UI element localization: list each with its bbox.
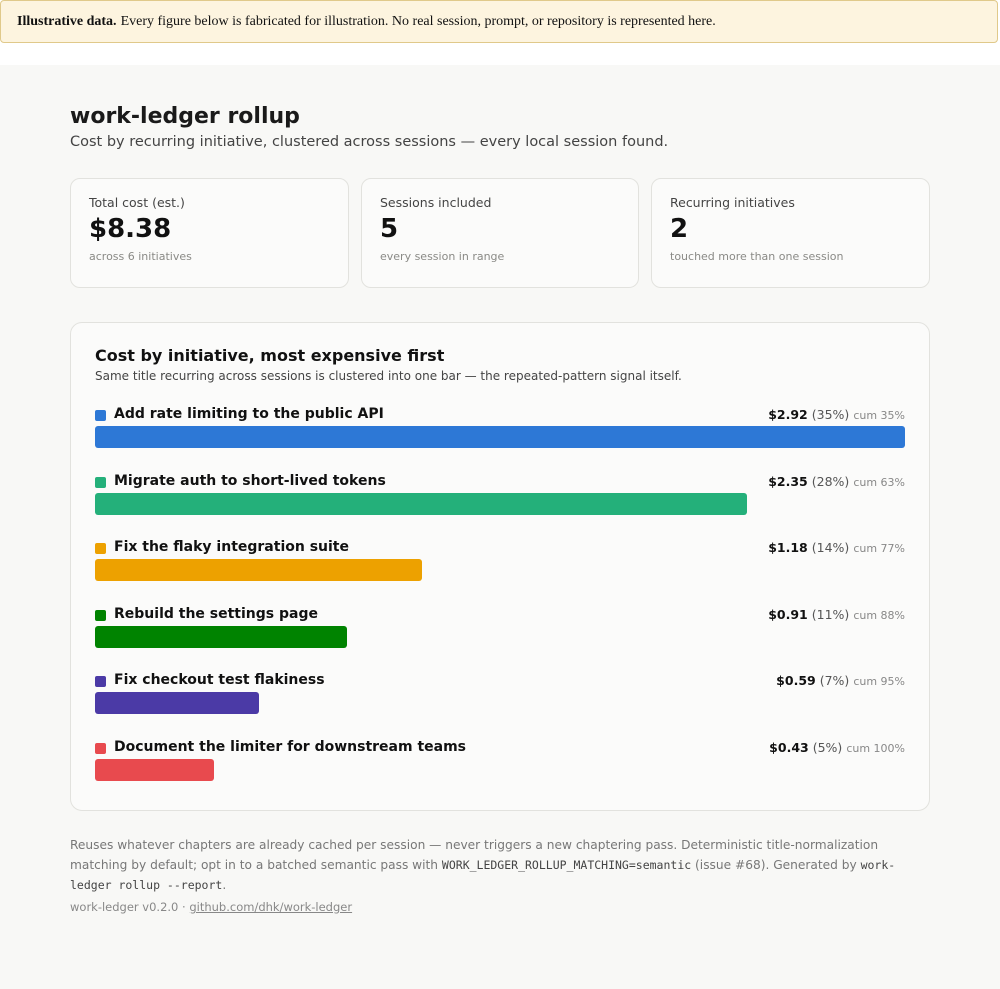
initiative-stats: $0.43 (5%) cum 100%	[769, 739, 905, 758]
initiative-row: Fix the flaky integration suite $1.18 (14%…	[95, 537, 905, 593]
cost-amount-label: $0.59	[776, 673, 816, 688]
bar-track	[95, 426, 905, 448]
illustrative-data-banner: Illustrative data. Every figure below is…	[0, 0, 998, 43]
banner-label: Illustrative data.	[17, 13, 117, 29]
cost-bar	[95, 692, 259, 714]
banner-text: Every figure below is fabricated for ill…	[120, 13, 716, 29]
kpi-value: 2	[670, 214, 689, 244]
cost-amount-label: $0.43	[769, 739, 809, 755]
series-swatch	[95, 410, 106, 421]
cost-bar	[95, 426, 905, 448]
cumulative-percent-label: cum 77%	[853, 542, 905, 555]
initiative-name: Fix checkout test flakiness	[114, 672, 325, 688]
cost-percent-label: (11%)	[811, 606, 850, 622]
initiative-stats: $2.35 (28%) cum 63%	[768, 473, 905, 492]
initiative-row: Document the limiter for downstream team…	[95, 737, 905, 793]
kpi-label: Recurring initiatives	[670, 195, 795, 210]
kpi-subtext: across 6 initiatives	[89, 250, 192, 263]
initiative-stats: $0.59 (7%) cum 95%	[776, 672, 905, 691]
series-swatch	[95, 609, 106, 621]
version-label: work-ledger v0.2.0 ·	[70, 900, 186, 914]
kpi-label: Total cost (est.)	[89, 195, 185, 210]
footnote: Reuses whatever chapters are already cac…	[70, 835, 930, 895]
kpi-label: Sessions included	[380, 195, 492, 210]
cost-amount-label: $1.18	[768, 540, 808, 555]
cost-percent-label: (14%)	[811, 540, 850, 555]
kpi-sessions-included: Sessions included 5 every session in ran…	[361, 178, 639, 288]
cost-amount-label: $2.35	[768, 473, 808, 489]
cost-percent-label: (5%)	[812, 739, 843, 755]
initiative-row: Rebuild the settings page $0.91 (11%) cum 8…	[95, 604, 905, 660]
cumulative-percent-label: cum 95%	[853, 675, 905, 688]
footer: work-ledger v0.2.0 · github.com/dhk/work…	[70, 900, 352, 914]
initiative-row: Fix checkout test flakiness $0.59 (7%) cum …	[95, 670, 905, 726]
kpi-total-cost: Total cost (est.) $8.38 across 6 initiat…	[70, 178, 349, 288]
initiative-stats: $1.18 (14%) cum 77%	[768, 539, 905, 558]
kpi-value: $8.38	[89, 214, 172, 244]
repo-link[interactable]: github.com/dhk/work-ledger	[189, 900, 352, 914]
cumulative-percent-label: cum 100%	[846, 741, 905, 755]
bar-track	[95, 559, 905, 581]
cost-amount-label: $0.91	[768, 606, 808, 622]
bar-track	[95, 692, 905, 714]
cost-by-initiative-panel: Cost by initiative, most expensive first…	[70, 322, 930, 811]
footnote-env-var: WORK_LEDGER_ROLLUP_MATCHING=semantic	[441, 858, 692, 872]
kpi-subtext: every session in range	[380, 250, 505, 263]
series-swatch	[95, 543, 106, 554]
cost-percent-label: (35%)	[811, 407, 850, 422]
series-swatch	[95, 742, 106, 754]
initiative-name: Rebuild the settings page	[114, 605, 318, 622]
kpi-recurring-initiatives: Recurring initiatives 2 touched more tha…	[651, 178, 930, 288]
cost-bar	[95, 625, 348, 648]
cost-percent-label: (28%)	[811, 473, 850, 489]
chart-title: Cost by initiative, most expensive first	[95, 346, 445, 365]
cost-bar	[95, 559, 423, 581]
cost-amount-label: $2.92	[768, 407, 808, 422]
bar-track	[95, 758, 905, 781]
footnote-text: .	[222, 878, 227, 892]
report-page: work-ledger rollup Cost by recurring ini…	[0, 65, 1000, 989]
cost-percent-label: (7%)	[819, 673, 850, 688]
initiative-name: Document the limiter for downstream team…	[114, 738, 467, 755]
cumulative-percent-label: cum 35%	[853, 409, 905, 422]
initiative-row: Migrate auth to short-lived tokens $2.35(…	[95, 471, 905, 527]
cost-bar	[95, 492, 747, 515]
initiative-stats: $0.91 (11%) cum 88%	[768, 606, 905, 625]
chart-subtitle: Same title recurring across sessions is …	[95, 369, 682, 383]
kpi-value: 5	[380, 214, 399, 244]
initiative-name: Migrate auth to short-lived tokens	[114, 472, 386, 489]
series-swatch	[95, 476, 106, 488]
cost-bar	[95, 758, 215, 781]
page-subtitle: Cost by recurring initiative, clustered …	[70, 134, 669, 150]
initiative-stats: $2.92 (35%) cum 35%	[768, 406, 905, 425]
initiative-row: Add rate limiting to the public API $2.92…	[95, 404, 905, 460]
initiative-name: Add rate limiting to the public API	[114, 406, 384, 422]
initiative-name: Fix the flaky integration suite	[114, 539, 349, 555]
cumulative-percent-label: cum 88%	[853, 608, 905, 622]
bar-track	[95, 625, 905, 648]
page-title: work-ledger rollup	[70, 104, 300, 129]
cumulative-percent-label: cum 63%	[853, 475, 905, 489]
bar-track	[95, 492, 905, 515]
series-swatch	[95, 676, 106, 687]
footnote-text: (issue #68). Generated by	[695, 858, 857, 872]
kpi-subtext: touched more than one session	[670, 250, 844, 263]
